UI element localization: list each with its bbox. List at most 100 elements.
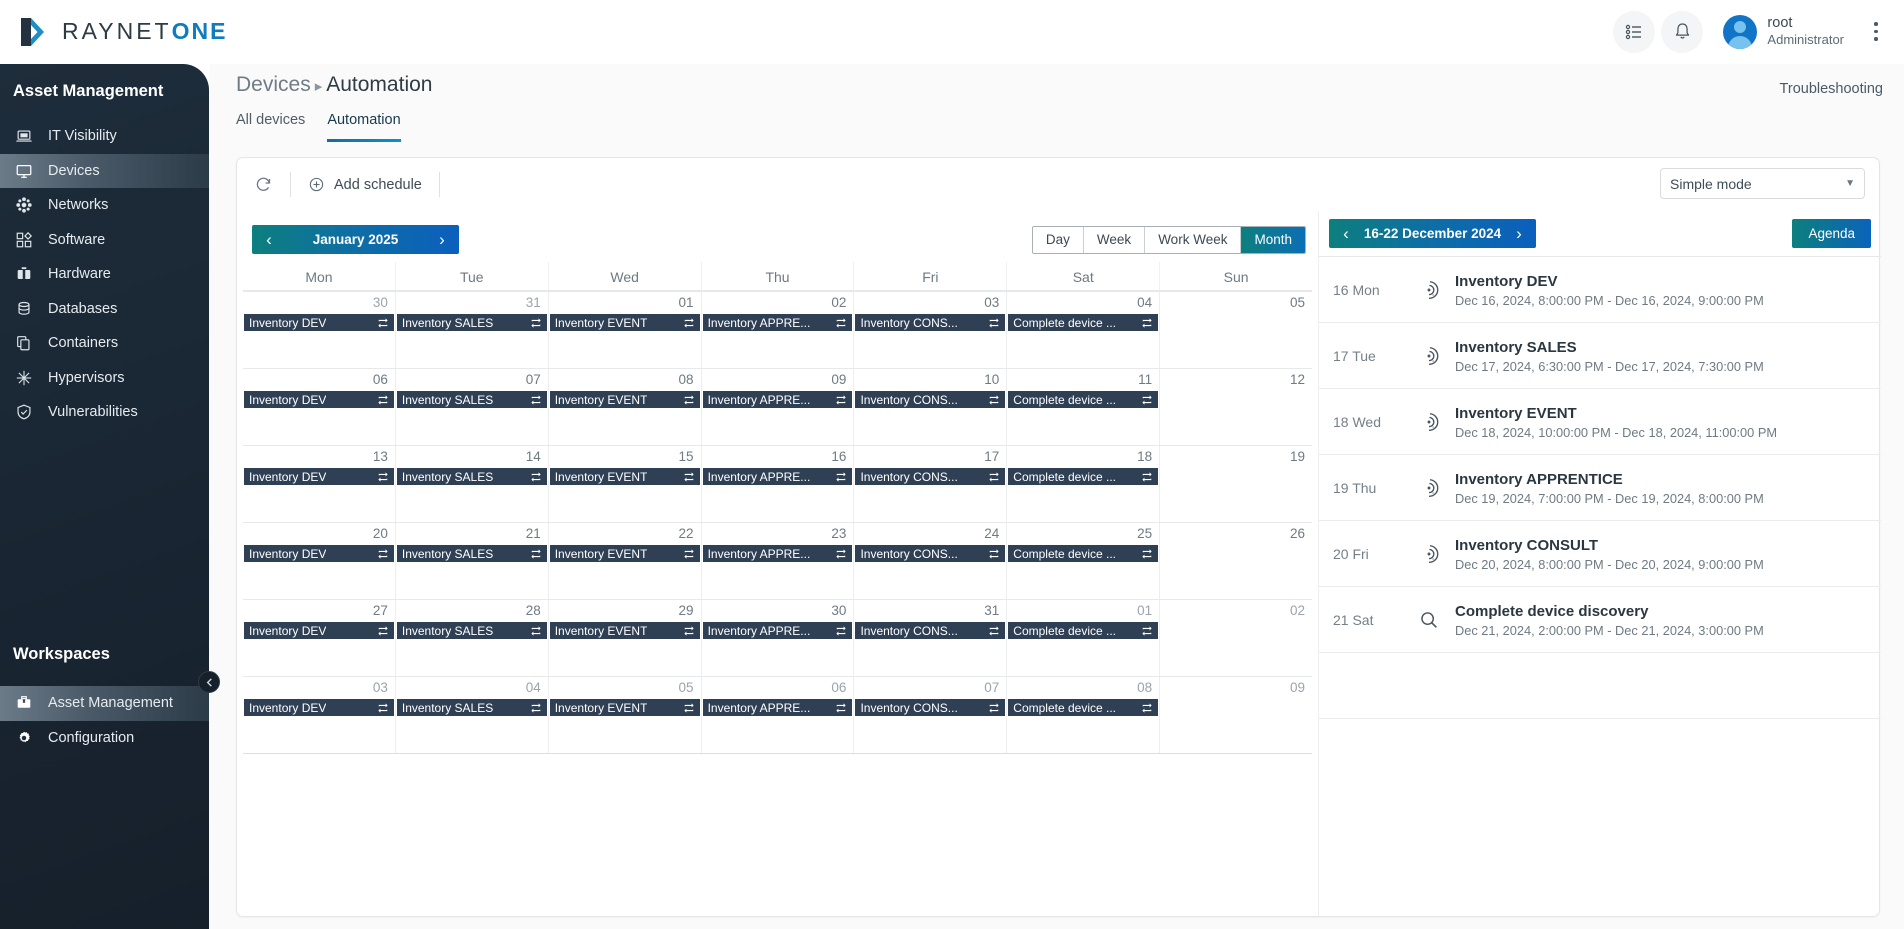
calendar-day-cell[interactable]: 07Inventory CONS... [854,677,1007,753]
calendar-day-cell[interactable]: 25Complete device ... [1007,523,1160,599]
calendar-event-chip[interactable]: Inventory EVENT [550,391,700,408]
calendar-next-button[interactable]: › [425,230,459,250]
calendar-day-cell[interactable]: 04Complete device ... [1007,292,1160,368]
calendar-day-cell[interactable]: 18Complete device ... [1007,446,1160,522]
sidebar-item-devices[interactable]: Devices [0,154,209,189]
calendar-day-cell[interactable]: 06Inventory DEV [243,369,396,445]
calendar-day-cell[interactable]: 17Inventory CONS... [854,446,1007,522]
calendar-day-cell[interactable]: 07Inventory SALES [396,369,549,445]
sidebar-item-databases[interactable]: Databases [0,292,209,327]
refresh-button[interactable] [237,158,290,211]
calendar-event-chip[interactable]: Complete device ... [1008,314,1158,331]
calendar-event-chip[interactable]: Inventory SALES [397,699,547,716]
calendar-day-cell[interactable]: 10Inventory CONS... [854,369,1007,445]
calendar-day-cell[interactable]: 02Inventory APPRE... [702,292,855,368]
calendar-event-chip[interactable]: Inventory SALES [397,314,547,331]
calendar-event-chip[interactable]: Inventory APPRE... [703,391,853,408]
calendar-event-chip[interactable]: Inventory SALES [397,468,547,485]
calendar-event-chip[interactable]: Inventory EVENT [550,699,700,716]
calendar-event-chip[interactable]: Complete device ... [1008,391,1158,408]
view-work-week-button[interactable]: Work Week [1145,227,1241,253]
calendar-day-cell[interactable]: 19 [1160,446,1312,522]
calendar-day-cell[interactable]: 30Inventory APPRE... [702,600,855,676]
sidebar-item-containers[interactable]: Containers [0,326,209,361]
more-vertical-icon[interactable] [1864,17,1888,47]
calendar-day-cell[interactable]: 31Inventory SALES [396,292,549,368]
calendar-day-cell[interactable]: 08Inventory EVENT [549,369,702,445]
agenda-prev-button[interactable]: ‹ [1329,224,1363,244]
calendar-event-chip[interactable]: Inventory SALES [397,391,547,408]
notifications-button[interactable] [1661,11,1703,53]
calendar-event-chip[interactable]: Inventory APPRE... [703,699,853,716]
calendar-event-chip[interactable]: Inventory CONS... [855,391,1005,408]
troubleshooting-link[interactable]: Troubleshooting [1780,81,1883,97]
calendar-day-cell[interactable]: 31Inventory CONS... [854,600,1007,676]
calendar-day-cell[interactable]: 11Complete device ... [1007,369,1160,445]
sidebar-item-configuration[interactable]: Configuration [0,721,209,756]
calendar-day-cell[interactable]: 26 [1160,523,1312,599]
tasks-list-button[interactable] [1613,11,1655,53]
calendar-event-chip[interactable]: Inventory CONS... [855,622,1005,639]
agenda-row[interactable]: 19 ThuInventory APPRENTICEDec 19, 2024, … [1319,455,1881,521]
calendar-day-cell[interactable]: 01Inventory EVENT [549,292,702,368]
tab-automation[interactable]: Automation [327,112,400,142]
calendar-event-chip[interactable]: Inventory DEV [244,699,394,716]
calendar-day-cell[interactable]: 30Inventory DEV [243,292,396,368]
calendar-day-cell[interactable]: 09 [1160,677,1312,753]
calendar-day-cell[interactable]: 27Inventory DEV [243,600,396,676]
sidebar-item-software[interactable]: Software [0,223,209,258]
calendar-event-chip[interactable]: Inventory DEV [244,622,394,639]
calendar-day-cell[interactable]: 29Inventory EVENT [549,600,702,676]
calendar-day-cell[interactable]: 03Inventory CONS... [854,292,1007,368]
agenda-view-button[interactable]: Agenda [1792,219,1871,248]
calendar-day-cell[interactable]: 05Inventory EVENT [549,677,702,753]
calendar-event-chip[interactable]: Inventory EVENT [550,314,700,331]
calendar-event-chip[interactable]: Inventory DEV [244,391,394,408]
calendar-day-cell[interactable]: 13Inventory DEV [243,446,396,522]
calendar-event-chip[interactable]: Inventory CONS... [855,699,1005,716]
calendar-prev-button[interactable]: ‹ [252,230,286,250]
calendar-day-cell[interactable]: 23Inventory APPRE... [702,523,855,599]
calendar-event-chip[interactable]: Complete device ... [1008,622,1158,639]
agenda-row[interactable]: 18 WedInventory EVENTDec 18, 2024, 10:00… [1319,389,1881,455]
sidebar-item-networks[interactable]: Networks [0,188,209,223]
agenda-row[interactable]: 20 FriInventory CONSULTDec 20, 2024, 8:0… [1319,521,1881,587]
view-month-button[interactable]: Month [1241,227,1305,253]
calendar-day-cell[interactable]: 05 [1160,292,1312,368]
tab-all-devices[interactable]: All devices [236,112,305,142]
calendar-day-cell[interactable]: 14Inventory SALES [396,446,549,522]
sidebar-collapse-button[interactable] [198,671,220,693]
calendar-event-chip[interactable]: Inventory SALES [397,545,547,562]
calendar-event-chip[interactable]: Inventory EVENT [550,468,700,485]
view-day-button[interactable]: Day [1033,227,1084,253]
calendar-event-chip[interactable]: Inventory APPRE... [703,545,853,562]
calendar-day-cell[interactable]: 06Inventory APPRE... [702,677,855,753]
calendar-day-cell[interactable]: 08Complete device ... [1007,677,1160,753]
user-menu[interactable]: root Administrator [1723,15,1844,49]
calendar-event-chip[interactable]: Inventory CONS... [855,314,1005,331]
calendar-event-chip[interactable]: Inventory CONS... [855,545,1005,562]
calendar-event-chip[interactable]: Inventory APPRE... [703,314,853,331]
add-schedule-button[interactable]: Add schedule [291,158,439,211]
calendar-event-chip[interactable]: Inventory DEV [244,468,394,485]
sidebar-item-hardware[interactable]: Hardware [0,257,209,292]
calendar-event-chip[interactable]: Inventory EVENT [550,545,700,562]
agenda-row[interactable]: 17 TueInventory SALESDec 17, 2024, 6:30:… [1319,323,1881,389]
calendar-event-chip[interactable]: Inventory APPRE... [703,622,853,639]
calendar-day-cell[interactable]: 28Inventory SALES [396,600,549,676]
calendar-day-cell[interactable]: 12 [1160,369,1312,445]
calendar-event-chip[interactable]: Inventory DEV [244,545,394,562]
sidebar-item-asset-management[interactable]: Asset Management [0,686,209,721]
sidebar-item-vulnerabilities[interactable]: Vulnerabilities [0,395,209,430]
calendar-event-chip[interactable]: Inventory EVENT [550,622,700,639]
agenda-row[interactable]: 21 SatComplete device discoveryDec 21, 2… [1319,587,1881,653]
calendar-day-cell[interactable]: 03Inventory DEV [243,677,396,753]
sidebar-item-hypervisors[interactable]: Hypervisors [0,361,209,396]
calendar-day-cell[interactable]: 21Inventory SALES [396,523,549,599]
calendar-event-chip[interactable]: Complete device ... [1008,545,1158,562]
calendar-day-cell[interactable]: 09Inventory APPRE... [702,369,855,445]
calendar-event-chip[interactable]: Inventory APPRE... [703,468,853,485]
view-week-button[interactable]: Week [1084,227,1145,253]
calendar-event-chip[interactable]: Complete device ... [1008,699,1158,716]
calendar-day-cell[interactable]: 24Inventory CONS... [854,523,1007,599]
